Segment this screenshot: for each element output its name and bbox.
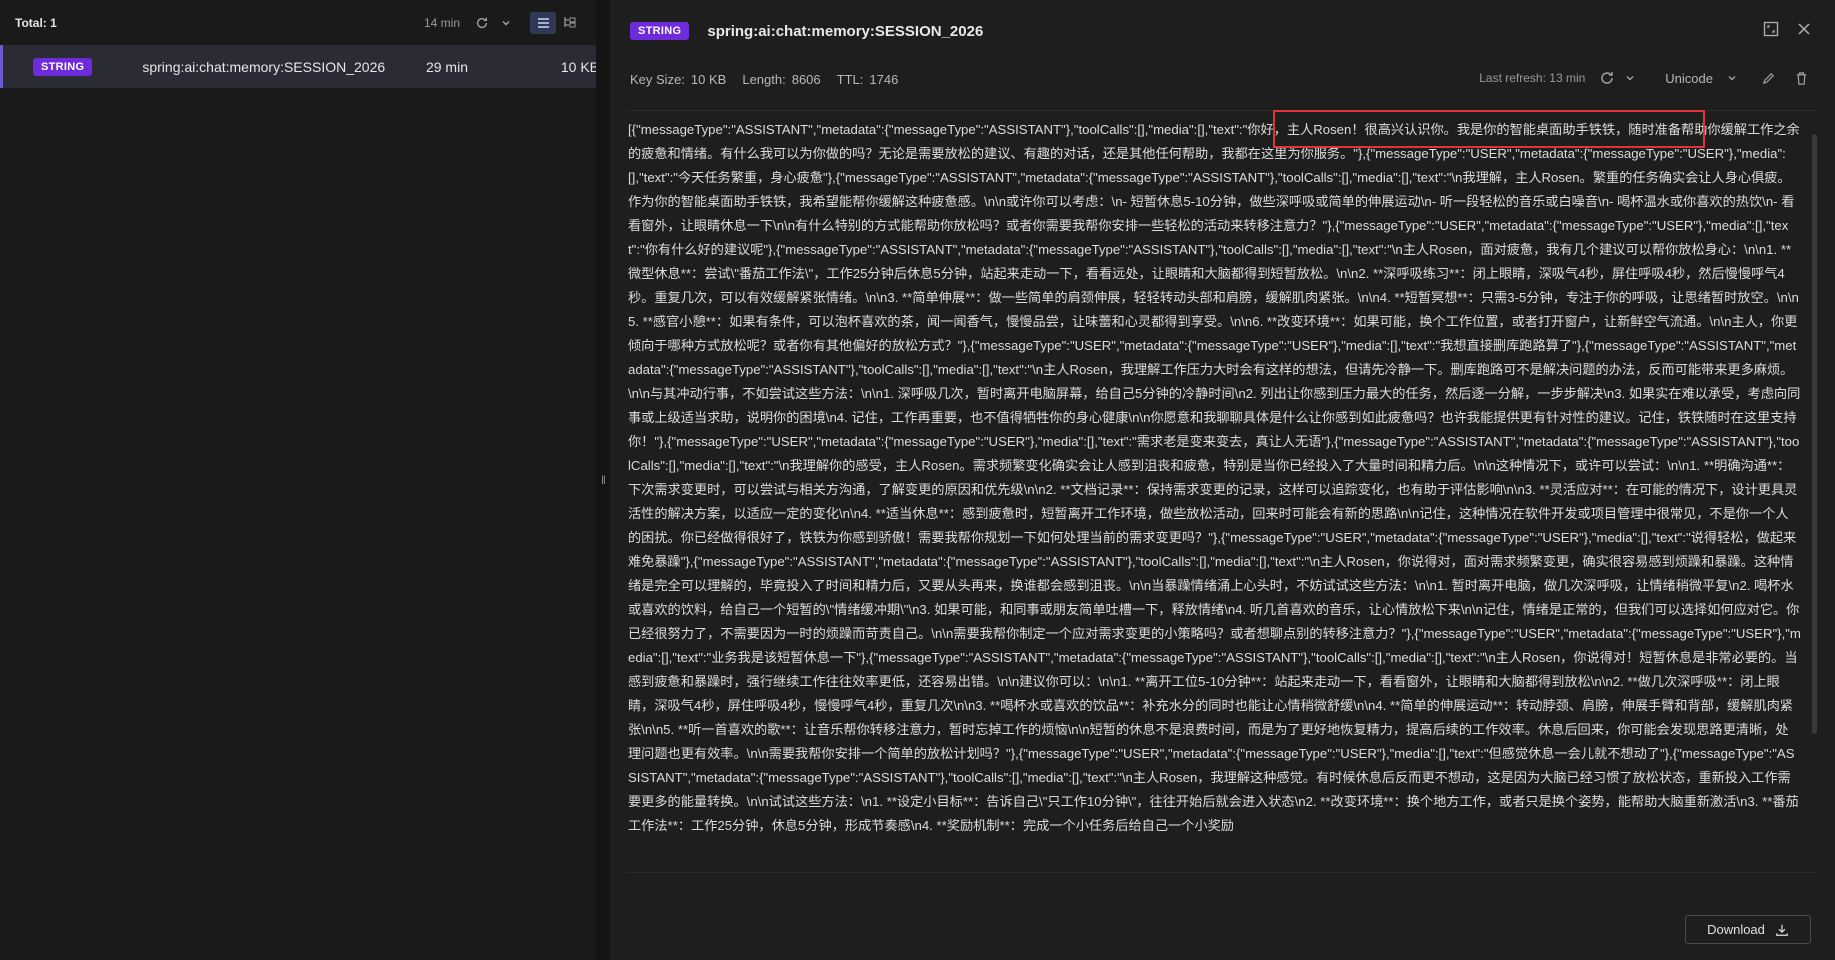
expand-icon[interactable] (1763, 21, 1779, 37)
last-refresh-time: 14 min (423, 15, 460, 30)
chevron-down-icon[interactable] (1625, 73, 1635, 83)
key-ttl: 29 min (425, 58, 468, 75)
ttl-value[interactable]: 1746 (869, 72, 898, 87)
tree-view-icon[interactable] (556, 12, 582, 34)
encoding-select[interactable]: Unicode (1665, 71, 1713, 86)
detail-window-actions (1763, 21, 1811, 37)
length-label: Length: (742, 72, 786, 87)
detail-toolbar: Last refresh: 13 min Unicode (1479, 70, 1819, 86)
key-type-badge: STRING (33, 57, 93, 76)
list-view-icon[interactable] (530, 11, 556, 34)
edit-icon[interactable] (1761, 71, 1776, 86)
encoding-chevron-icon[interactable] (1727, 73, 1737, 83)
ttl-label: TTL: (836, 72, 864, 87)
length-value: 8606 (791, 72, 821, 87)
annotation-highlight-box (1273, 110, 1705, 148)
download-label: Download (1707, 922, 1765, 937)
key-name: spring:ai:chat:memory:SESSION_2026 (142, 58, 386, 75)
close-icon[interactable] (1797, 21, 1811, 37)
key-list-row[interactable]: STRING spring:ai:chat:memory:SESSION_202… (0, 45, 599, 88)
detail-type-badge: STRING (630, 22, 690, 40)
value-scrollbar[interactable] (1812, 134, 1817, 734)
download-icon (1775, 923, 1789, 937)
detail-last-refresh: Last refresh: 13 min (1479, 71, 1586, 85)
resize-grip-icon[interactable]: ‖ (601, 473, 606, 487)
chevron-down-icon[interactable] (496, 13, 516, 33)
key-list-header: Total: 1 14 min (0, 0, 596, 46)
key-metadata: Key Size: 10 KB Length: 8606 TTL: 1746 (630, 72, 914, 87)
refresh-icon[interactable] (472, 13, 492, 33)
total-count: Total: 1 (15, 15, 57, 30)
key-size-label: Key Size: (630, 72, 685, 87)
detail-key-name[interactable]: spring:ai:chat:memory:SESSION_2026 (707, 23, 983, 40)
download-button[interactable]: Download (1685, 915, 1811, 944)
key-size: 10 KB (560, 58, 599, 75)
key-size-value: 10 KB (690, 72, 727, 87)
delete-icon[interactable] (1794, 71, 1809, 86)
view-toggle (530, 11, 582, 34)
refresh-icon[interactable] (1599, 70, 1615, 86)
panel-resizer[interactable]: ‖ (596, 0, 610, 960)
detail-header: STRING spring:ai:chat:memory:SESSION_202… (630, 22, 983, 40)
value-content[interactable]: [{"messageType":"ASSISTANT","metadata":{… (628, 118, 1801, 866)
key-list-panel: Total: 1 14 min STRING spring:ai:chat:me… (0, 0, 599, 960)
key-detail-panel: STRING spring:ai:chat:memory:SESSION_202… (610, 0, 1835, 960)
value-bottom-divider (626, 872, 1819, 873)
